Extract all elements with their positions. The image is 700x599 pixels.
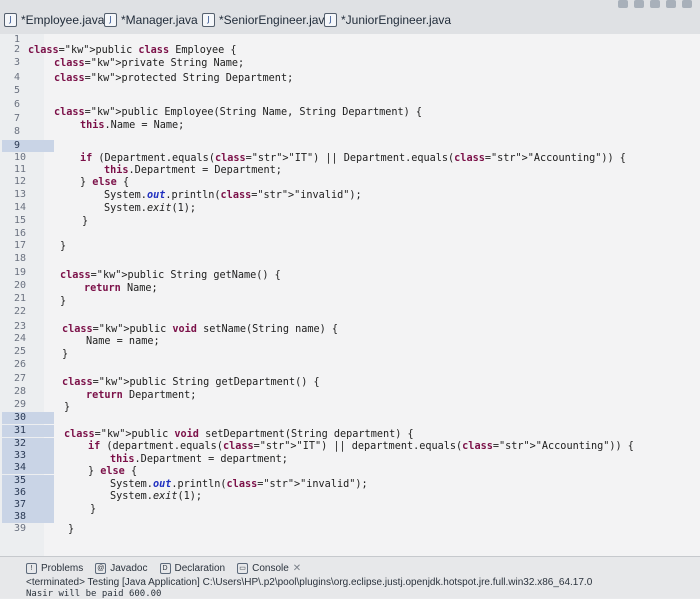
code-line-12[interactable]: System.out.println(class="str">"invalid"…	[104, 189, 362, 202]
line-number: 10	[14, 152, 27, 163]
code-line-38[interactable]: }	[68, 523, 74, 536]
tab-label: Problems	[41, 563, 84, 574]
code-line-3[interactable]: class="kw">private String Name;	[54, 57, 244, 70]
line-number: 5	[14, 85, 21, 96]
line-number: 20	[14, 280, 27, 291]
code-line-19[interactable]: return Name;	[84, 282, 158, 295]
tab-label: *Employee.java	[21, 13, 105, 27]
toolbar-icons	[618, 0, 692, 10]
line-number: 8	[14, 126, 21, 137]
line-number: 35	[2, 475, 54, 487]
line-number: 30	[2, 412, 54, 424]
toolbar-icon[interactable]	[650, 0, 660, 8]
code-line-31[interactable]: if (department.equals(class="str">"IT") …	[88, 440, 634, 453]
code-line-14[interactable]: }	[82, 215, 88, 228]
code-line-10[interactable]: this.Department = Department;	[104, 164, 282, 177]
toolbar-icon[interactable]	[682, 0, 692, 8]
java-file-icon: J	[324, 13, 337, 27]
code-editor[interactable]: 1 2 3 4 5 6 7 8 9 10 11 12 13 14 15 16 17 18 19 20 21 22 23 24 2…	[0, 34, 700, 556]
line-number: 4	[14, 72, 21, 83]
line-number: 3	[14, 57, 21, 68]
line-number: 12	[14, 176, 27, 187]
code-line-28[interactable]: }	[64, 401, 70, 414]
code-line-16[interactable]: }	[60, 240, 66, 253]
code-line-6[interactable]: class="kw">public Employee(String Name, …	[54, 106, 422, 119]
line-number: 24	[14, 333, 27, 344]
code-line-36[interactable]: }	[90, 503, 96, 516]
close-icon[interactable]: ✕	[293, 563, 301, 574]
tab-manager-java[interactable]: J *Manager.java	[104, 10, 198, 30]
javadoc-icon: @	[95, 563, 107, 574]
line-number: 27	[14, 373, 27, 384]
editor-tab-bar: J *Employee.java ✕ J *Manager.java J *Se…	[0, 0, 700, 35]
tab-label: *Manager.java	[121, 13, 198, 27]
line-number: 13	[14, 189, 27, 200]
toolbar-icon[interactable]	[634, 0, 644, 8]
tab-label: *SeniorEngineer.java	[219, 13, 332, 27]
line-number: 34	[2, 462, 54, 474]
tab-javadoc[interactable]: @ Javadoc	[95, 563, 148, 574]
java-file-icon: J	[4, 13, 17, 27]
line-number: 26	[14, 359, 27, 370]
line-number: 18	[14, 253, 27, 264]
toolbar-icon[interactable]	[666, 0, 676, 8]
bottom-tabs: ! Problems @ Javadoc D Declaration ▭ Con…	[26, 563, 301, 574]
code-line-33[interactable]: } else {	[88, 465, 137, 478]
tab-problems[interactable]: ! Problems	[26, 563, 83, 574]
code-line-18[interactable]: class="kw">public String getName() {	[60, 269, 281, 282]
line-number: 23	[14, 321, 27, 332]
toolbar-icon[interactable]	[618, 0, 628, 8]
line-number: 15	[14, 215, 27, 226]
line-number: 31	[2, 425, 54, 437]
code-line-24[interactable]: }	[62, 348, 68, 361]
line-number: 7	[14, 113, 21, 124]
console-status-line: <terminated> Testing [Java Application] …	[26, 577, 593, 588]
tab-employee-java[interactable]: J *Employee.java ✕	[4, 10, 119, 30]
line-number: 19	[14, 267, 27, 278]
line-number: 33	[2, 450, 54, 462]
java-file-icon: J	[104, 13, 117, 27]
code-line-35[interactable]: System.exit(1);	[110, 490, 202, 503]
code-line-20[interactable]: }	[60, 295, 66, 308]
line-number: 14	[14, 202, 27, 213]
line-number: 16	[14, 228, 27, 239]
code-line-2[interactable]: class="kw">public class Employee {	[28, 44, 237, 57]
line-number: 29	[14, 399, 27, 410]
line-number: 28	[14, 386, 27, 397]
tab-label: Console	[252, 563, 289, 574]
tab-label: *JuniorEngineer.java	[341, 13, 452, 27]
console-icon: ▭	[237, 563, 249, 574]
line-number: 38	[2, 511, 54, 523]
line-number: 37	[2, 499, 54, 511]
line-number: 39	[14, 523, 27, 534]
tab-seniorengineer-java[interactable]: J *SeniorEngineer.java	[202, 10, 331, 30]
console-panel: ! Problems @ Javadoc D Declaration ▭ Con…	[0, 556, 700, 599]
line-number: 32	[2, 438, 54, 450]
tab-console[interactable]: ▭ Console ✕	[237, 563, 301, 574]
line-number: 17	[14, 240, 27, 251]
code-line-4[interactable]: class="kw">protected String Department;	[54, 72, 293, 85]
line-number: 9	[2, 140, 54, 152]
tab-declaration[interactable]: D Declaration	[159, 563, 226, 574]
problems-icon: !	[26, 563, 37, 574]
tab-label: Javadoc	[110, 563, 148, 574]
tab-label: Declaration	[174, 563, 226, 574]
console-output-line: Nasir will be paid 600.00	[26, 589, 162, 599]
code-line-13[interactable]: System.exit(1);	[104, 202, 196, 215]
line-number: 6	[14, 99, 21, 110]
declaration-icon: D	[159, 563, 171, 574]
code-line-11[interactable]: } else {	[80, 176, 129, 189]
line-number: 22	[14, 306, 27, 317]
code-line-7[interactable]: this.Name = Name;	[80, 119, 184, 132]
code-line-26[interactable]: class="kw">public String getDepartment()…	[62, 376, 320, 389]
java-file-icon: J	[202, 13, 215, 27]
line-number: 11	[14, 164, 27, 175]
tab-juniorengineer-java[interactable]: J *JuniorEngineer.java	[324, 10, 451, 30]
line-number: 21	[14, 293, 27, 304]
code-line-23[interactable]: Name = name;	[86, 335, 160, 348]
code-line-27[interactable]: return Department;	[86, 389, 196, 402]
line-number: 36	[2, 487, 54, 499]
line-number: 25	[14, 346, 27, 357]
